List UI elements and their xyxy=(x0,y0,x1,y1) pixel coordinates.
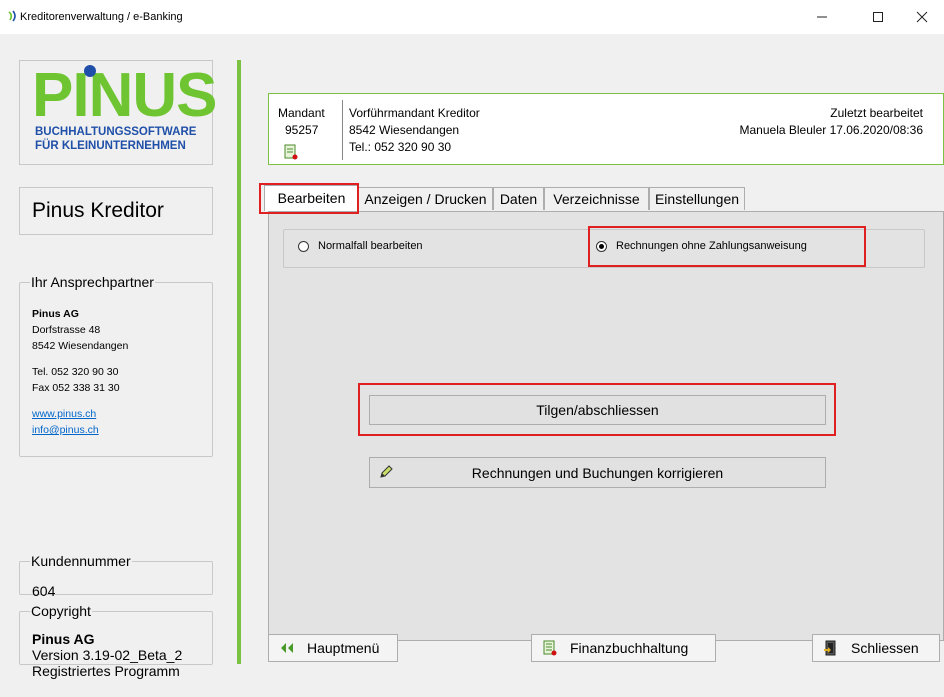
pencil-icon xyxy=(380,465,393,478)
tab-daten[interactable]: Daten xyxy=(493,187,544,210)
tab-anzeigen-drucken[interactable]: Anzeigen / Drucken xyxy=(358,187,493,210)
copyright-company: Pinus AG xyxy=(32,631,95,647)
title-bar: Kreditorenverwaltung / e-Banking xyxy=(0,0,944,34)
contact-web-link[interactable]: www.pinus.ch xyxy=(32,408,96,420)
finanzbuchhaltung-button[interactable]: Finanzbuchhaltung xyxy=(531,634,716,662)
finanzbuchhaltung-label: Finanzbuchhaltung xyxy=(570,640,689,656)
radio-circle-checked xyxy=(596,240,607,252)
tilgen-button[interactable]: Tilgen/abschliessen xyxy=(369,395,826,425)
minimize-icon xyxy=(817,16,827,18)
tab-panel xyxy=(268,211,944,641)
tab-label: Verzeichnisse xyxy=(553,191,640,207)
logo-tagline: BUCHHALTUNGSSOFTWARE FÜR KLEINUNTERNEHME… xyxy=(35,125,196,153)
mandant-tel: Tel.: 052 320 90 30 xyxy=(349,140,452,154)
hauptmenu-label: Hauptmenü xyxy=(307,640,380,656)
maximize-button[interactable] xyxy=(856,0,900,34)
tab-bearbeiten[interactable]: Bearbeiten xyxy=(264,185,359,211)
tab-label: Daten xyxy=(499,191,538,207)
pinus-logo: PINUS BUCHHALTUNGSSOFTWARE FÜR KLEINUNTE… xyxy=(19,60,217,165)
contact-tel: Tel. 052 320 90 30 xyxy=(32,366,119,378)
close-icon xyxy=(916,11,928,23)
divider-bar xyxy=(237,60,241,664)
ledger-icon xyxy=(543,640,557,656)
document-icon[interactable] xyxy=(283,144,299,160)
mandant-label: Mandant xyxy=(278,106,325,120)
last-edit-label: Zuletzt bearbeitet xyxy=(830,106,923,120)
mandant-number: 95257 xyxy=(285,123,319,137)
contact-street: Dorfstrasse 48 xyxy=(32,324,101,336)
copyright-version: Version 3.19-02_Beta_2 xyxy=(32,647,183,663)
close-button[interactable] xyxy=(900,0,944,34)
kundennummer-group: Kundennummer 604 xyxy=(19,553,213,599)
korrigieren-button[interactable]: Rechnungen und Buchungen korrigieren xyxy=(369,457,826,488)
kundennummer-value: 604 xyxy=(32,583,56,599)
tilgen-button-label: Tilgen/abschliessen xyxy=(536,402,659,418)
minimize-button[interactable] xyxy=(800,0,844,34)
mode-radio-group: Normalfall bearbeiten Rechnungen ohne Za… xyxy=(283,229,925,268)
radio-ohne-zahlungsanweisung[interactable]: Rechnungen ohne Zahlungsanweisung xyxy=(596,240,807,252)
radio-ohne-label: Rechnungen ohne Zahlungsanweisung xyxy=(616,240,807,252)
mandant-name: Vorführmandant Kreditor xyxy=(349,106,480,120)
product-box: Pinus Kreditor xyxy=(19,187,213,235)
schliessen-button[interactable]: Schliessen xyxy=(812,634,940,662)
radio-normalfall[interactable]: Normalfall bearbeiten xyxy=(298,240,423,252)
maximize-icon xyxy=(873,12,883,22)
kundennummer-legend: Kundennummer xyxy=(31,553,131,569)
contact-company: Pinus AG xyxy=(32,308,79,320)
radio-normalfall-label: Normalfall bearbeiten xyxy=(318,240,423,252)
korrigieren-button-label: Rechnungen und Buchungen korrigieren xyxy=(471,464,724,481)
tab-label: Bearbeiten xyxy=(277,190,346,206)
door-exit-icon xyxy=(824,640,836,656)
logo-tagline-2: FÜR KLEINUNTERNEHMEN xyxy=(35,140,186,152)
tab-label: Anzeigen / Drucken xyxy=(364,191,487,207)
double-arrow-left-icon xyxy=(281,643,293,653)
radio-circle xyxy=(298,240,309,252)
schliessen-label: Schliessen xyxy=(851,640,919,656)
last-edit-value: Manuela Bleuler 17.06.2020/08:36 xyxy=(739,123,923,137)
logo-wordmark: PINUS xyxy=(32,61,217,130)
contact-legend: Ihr Ansprechpartner xyxy=(31,274,154,290)
tab-einstellungen[interactable]: Einstellungen xyxy=(649,187,745,210)
tab-label: Einstellungen xyxy=(654,191,740,207)
contact-group: Ihr Ansprechpartner Pinus AG Dorfstrasse… xyxy=(19,274,213,457)
logo-dot xyxy=(84,65,96,77)
hauptmenu-button[interactable]: Hauptmenü xyxy=(268,634,398,662)
contact-city: 8542 Wiesendangen xyxy=(32,340,129,352)
mandant-city: 8542 Wiesendangen xyxy=(349,123,460,137)
window-title: Kreditorenverwaltung / e-Banking xyxy=(20,11,183,23)
contact-fax: Fax 052 338 31 30 xyxy=(32,382,120,394)
header-divider xyxy=(342,100,343,160)
copyright-legend: Copyright xyxy=(31,603,91,619)
mandant-header: Mandant 95257 Vorführmandant Kreditor 85… xyxy=(268,93,944,165)
product-title: Pinus Kreditor xyxy=(32,199,164,222)
logo-tagline-1: BUCHHALTUNGSSOFTWARE xyxy=(35,126,197,138)
contact-email-link[interactable]: info@pinus.ch xyxy=(32,424,99,436)
copyright-status: Registriertes Programm xyxy=(32,663,180,679)
copyright-group: Copyright Pinus AG Version 3.19-02_Beta_… xyxy=(19,603,213,679)
tab-verzeichnisse[interactable]: Verzeichnisse xyxy=(544,187,649,210)
app-icon xyxy=(8,10,16,22)
